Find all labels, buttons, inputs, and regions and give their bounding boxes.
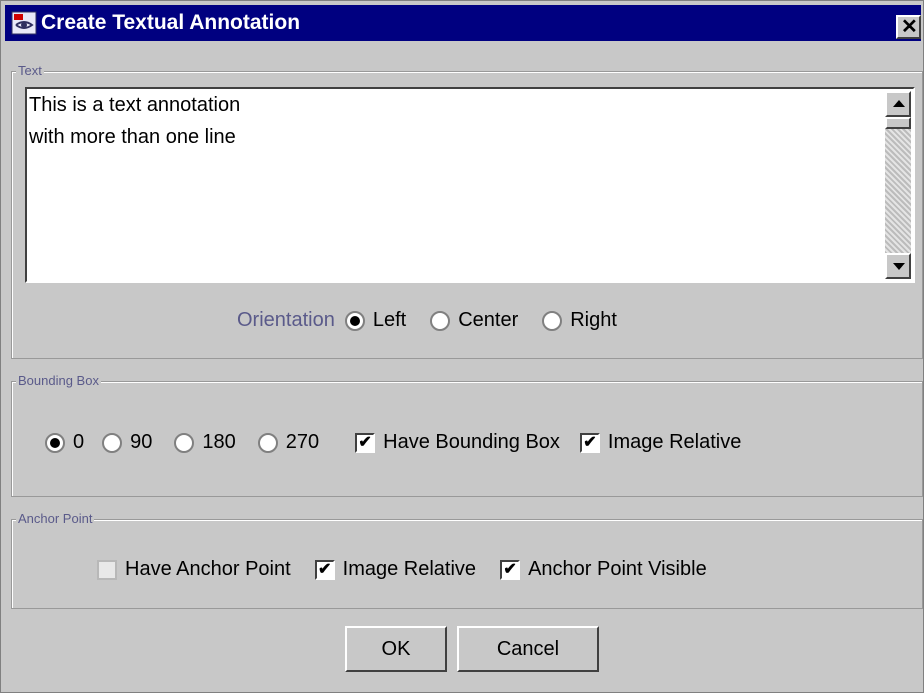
radio-label: 0 (73, 431, 85, 453)
angle-0-radio[interactable]: 0 (45, 431, 84, 454)
angle-270-radio[interactable]: 270 (257, 431, 320, 454)
radio-label: 90 (130, 431, 153, 453)
checkbox-label: Anchor Point Visible (528, 558, 707, 580)
scroll-thumb[interactable] (885, 117, 911, 129)
radio-icon (257, 432, 278, 453)
vertical-scrollbar[interactable] (885, 91, 911, 279)
title-bar[interactable]: Create Textual Annotation ✕ (5, 5, 921, 41)
radio-label: Right (570, 309, 617, 331)
radio-label: 270 (285, 431, 320, 453)
checkmark-icon: ✔ (355, 432, 376, 453)
orientation-center-radio[interactable]: Center (430, 309, 518, 332)
have-anchor-point-checkbox[interactable]: Have Anchor Point (97, 558, 291, 581)
window-title: Create Textual Annotation (41, 11, 301, 34)
bounding-box-legend: Bounding Box (16, 373, 101, 389)
annotation-text-area[interactable]: This is a text annotation with more than… (25, 87, 915, 283)
checkbox-label: Have Bounding Box (383, 431, 560, 453)
anchor-point-row: Have Anchor Point ✔ Image Relative ✔ Ancho… (97, 558, 707, 581)
anchor-point-visible-checkbox[interactable]: ✔ Anchor Point Visible (500, 558, 707, 581)
bounding-box-row: 0 90 180 270 ✔ Have Bounding Box ✔ Image R… (45, 431, 741, 454)
radio-selected-icon (45, 432, 65, 453)
orientation-label: Orientation (237, 309, 335, 331)
radio-label: Left (372, 309, 407, 331)
orientation-row: Orientation Left Center Right (237, 309, 641, 332)
bbox-image-relative-checkbox[interactable]: ✔ Image Relative (579, 431, 742, 454)
arrow-down-icon (893, 263, 905, 270)
radio-selected-icon (344, 310, 365, 331)
anchor-image-relative-checkbox[interactable]: ✔ Image Relative (314, 558, 477, 581)
dialog-window: Create Textual Annotation ✕ Text This is… (0, 0, 924, 693)
scroll-up-button[interactable] (885, 91, 911, 117)
checkbox-label: Image Relative (342, 558, 477, 580)
checkbox-empty-icon (97, 559, 117, 580)
checkbox-label: Image Relative (607, 431, 742, 453)
checkmark-icon: ✔ (500, 559, 521, 580)
app-icon (11, 11, 37, 35)
radio-icon (102, 432, 123, 453)
radio-icon (174, 432, 195, 453)
orientation-left-radio[interactable]: Left (344, 309, 407, 332)
scroll-down-button[interactable] (885, 253, 911, 279)
checkmark-icon: ✔ (579, 432, 600, 453)
radio-label: 180 (202, 431, 236, 453)
text-line: with more than one line (29, 126, 236, 148)
ok-button[interactable]: OK (345, 626, 447, 672)
text-line: This is a text annotation (29, 94, 241, 116)
checkbox-label: Have Anchor Point (125, 558, 291, 580)
checkmark-icon: ✔ (314, 559, 335, 580)
anchor-point-legend: Anchor Point (16, 511, 95, 527)
radio-label: Center (458, 309, 519, 331)
cancel-button[interactable]: Cancel (457, 626, 599, 672)
angle-90-radio[interactable]: 90 (102, 431, 152, 454)
have-bounding-box-checkbox[interactable]: ✔ Have Bounding Box (355, 431, 560, 454)
arrow-up-icon (893, 100, 905, 107)
text-group-legend: Text (16, 63, 44, 79)
close-button[interactable]: ✕ (896, 15, 921, 39)
angle-180-radio[interactable]: 180 (174, 431, 236, 454)
close-icon: ✕ (901, 16, 918, 38)
orientation-right-radio[interactable]: Right (542, 309, 617, 332)
radio-icon (542, 310, 563, 331)
radio-icon (430, 310, 451, 331)
